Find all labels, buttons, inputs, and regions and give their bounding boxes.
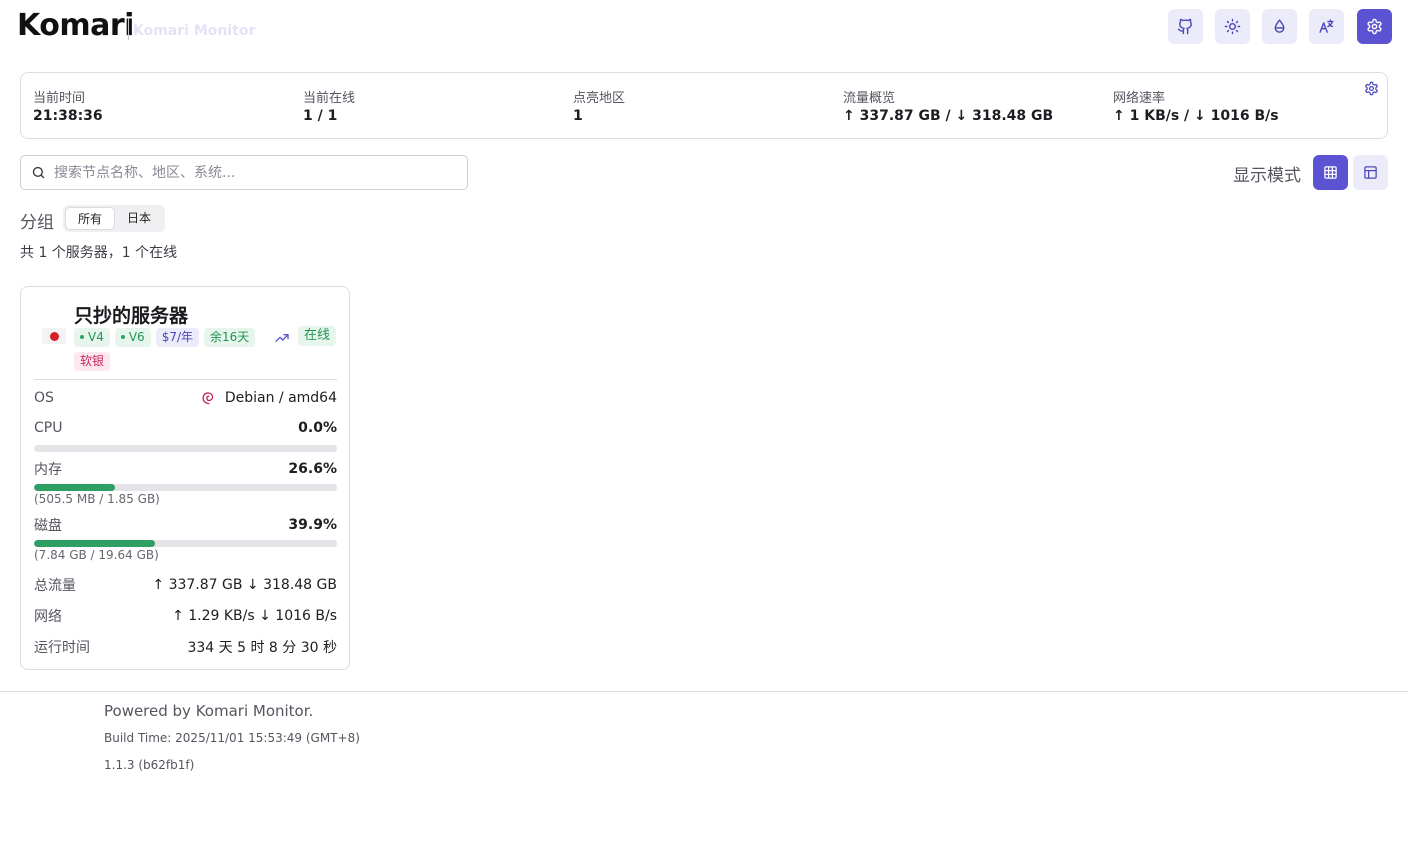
group-label: 分组 <box>20 213 54 233</box>
memory-progress-bar <box>34 484 337 491</box>
github-icon <box>1177 18 1192 35</box>
uptime-value: 334 天 5 时 8 分 30 秒 <box>187 640 337 656</box>
memory-detail: (505.5 MB / 1.85 GB) <box>34 492 160 506</box>
stat-online: 当前在线 1 / 1 <box>303 87 355 124</box>
memory-label: 内存 <box>34 462 62 478</box>
stat-value: 21:38:36 <box>33 108 103 124</box>
cpu-value: 0.0% <box>298 420 337 436</box>
footer-powered-by: Powered by Komari Monitor. <box>104 702 314 720</box>
sun-icon <box>1224 18 1241 35</box>
status-badge: 在线 <box>298 326 337 346</box>
cpu-progress-bar <box>34 445 337 452</box>
cpu-row: CPU 0.0% <box>34 420 337 436</box>
group-tab-japan[interactable]: 日本 <box>115 207 163 230</box>
uptime-label: 运行时间 <box>34 640 90 656</box>
cpu-label: CPU <box>34 420 63 436</box>
grid-view-button[interactable] <box>1313 155 1348 190</box>
droplet-icon <box>1274 19 1285 33</box>
stat-current-time: 当前时间 21:38:36 <box>33 87 103 124</box>
network-row: 网络 ↑ 1.29 KB/s ↓ 1016 B/s <box>34 606 337 626</box>
translate-icon <box>1319 19 1334 33</box>
disk-value: 39.9% <box>288 517 337 533</box>
stat-regions: 点亮地区 1 <box>573 87 625 124</box>
github-button[interactable] <box>1168 9 1203 44</box>
memory-row: 内存 26.6% <box>34 459 337 479</box>
search-icon <box>32 166 45 179</box>
group-tabs: 所有 日本 <box>63 205 166 232</box>
disk-progress-bar <box>34 540 337 547</box>
disk-progress-fill <box>34 540 155 547</box>
disk-row: 磁盘 39.9% <box>34 515 337 535</box>
network-label: 网络 <box>34 609 62 625</box>
server-card[interactable]: 只抄的服务器 V4 V6 $7/年 余16天 软银 在线 OS Debian /… <box>20 286 350 670</box>
footer-divider <box>0 691 1408 692</box>
server-count-summary: 共 1 个服务器，1 个在线 <box>20 245 178 261</box>
overview-stats-panel: 当前时间 21:38:36 当前在线 1 / 1 点亮地区 1 流量概览 ↑ 3… <box>20 72 1388 139</box>
traffic-label: 总流量 <box>34 578 76 594</box>
logo-divider <box>128 18 129 40</box>
os-value: Debian / amd64 <box>200 390 337 406</box>
stat-label: 当前在线 <box>303 91 356 106</box>
app-subtitle: Komari Monitor <box>133 23 256 39</box>
table-icon <box>1364 166 1377 179</box>
stat-label: 点亮地区 <box>573 91 626 106</box>
tag-ipv6: V6 <box>114 328 151 347</box>
settings-button[interactable] <box>1357 9 1392 44</box>
stat-value: ↑ 337.87 GB / ↓ 318.48 GB <box>843 108 1054 124</box>
uptime-row: 运行时间 334 天 5 时 8 分 30 秒 <box>34 637 337 657</box>
network-value: ↑ 1.29 KB/s ↓ 1016 B/s <box>172 608 337 624</box>
color-theme-button[interactable] <box>1262 9 1297 44</box>
memory-progress-fill <box>34 484 115 491</box>
stat-value: 1 <box>573 108 583 124</box>
os-label: OS <box>34 390 54 406</box>
stat-label: 当前时间 <box>33 91 86 106</box>
footer-build-time: Build Time: 2025/11/01 15:53:49 (GMT+8) <box>104 731 360 745</box>
os-row: OS Debian / amd64 <box>34 390 337 406</box>
japan-flag-icon <box>42 328 66 344</box>
traffic-value: ↑ 337.87 GB ↓ 318.48 GB <box>152 577 337 593</box>
tag-price: $7/年 <box>155 328 200 347</box>
stats-settings-icon[interactable] <box>1364 81 1379 96</box>
stat-speed: 网络速率 ↑ 1 KB/s / ↓ 1016 B/s <box>1113 87 1279 124</box>
app-header: Komari Komari Monitor <box>0 0 1408 56</box>
server-name[interactable]: 只抄的服务器 <box>74 301 188 328</box>
display-mode-label: 显示模式 <box>1233 166 1301 186</box>
grid-icon <box>1324 166 1337 179</box>
tag-provider: 软银 <box>74 352 111 371</box>
server-tags: V4 V6 $7/年 余16天 软银 <box>74 328 264 371</box>
stat-label: 网络速率 <box>1113 91 1166 106</box>
disk-detail: (7.84 GB / 19.64 GB) <box>34 548 159 562</box>
table-view-button[interactable] <box>1353 155 1388 190</box>
search-box[interactable] <box>20 155 468 190</box>
traffic-row: 总流量 ↑ 337.87 GB ↓ 318.48 GB <box>34 575 337 595</box>
stat-value: 1 / 1 <box>303 108 338 124</box>
stat-label: 流量概览 <box>843 91 896 106</box>
app-logo[interactable]: Komari <box>17 8 134 43</box>
stat-value: ↑ 1 KB/s / ↓ 1016 B/s <box>1113 108 1279 124</box>
group-tab-all[interactable]: 所有 <box>65 207 116 230</box>
theme-toggle-button[interactable] <box>1215 9 1250 44</box>
tag-remaining: 余16天 <box>204 328 256 347</box>
settings-icon <box>1367 18 1382 35</box>
language-button[interactable] <box>1309 9 1344 44</box>
search-input[interactable] <box>54 164 454 181</box>
disk-label: 磁盘 <box>34 518 62 534</box>
stat-traffic: 流量概览 ↑ 337.87 GB / ↓ 318.48 GB <box>843 87 1053 124</box>
card-divider <box>34 379 337 380</box>
tag-ipv4: V4 <box>74 328 110 347</box>
footer-version: 1.1.3 (b62fb1f) <box>104 758 195 772</box>
debian-icon <box>202 391 213 404</box>
trend-chart-icon[interactable] <box>274 330 290 346</box>
memory-value: 26.6% <box>288 461 337 477</box>
